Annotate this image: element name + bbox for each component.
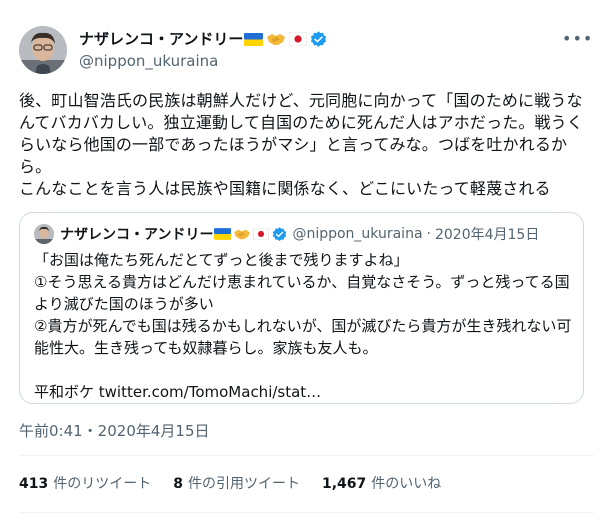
handshake-icon bbox=[234, 229, 251, 240]
quoted-header: ナザレンコ・アンドリー @nippon_ukuraina · 2020年4月15… bbox=[60, 223, 539, 245]
ukraine-flag-icon bbox=[214, 228, 232, 240]
quoted-separator: · bbox=[426, 226, 431, 242]
retweet-label: 件のリツイート bbox=[53, 476, 152, 492]
handshake-icon bbox=[267, 34, 286, 45]
divider bbox=[19, 455, 594, 456]
avatar-image bbox=[19, 26, 67, 74]
quoted-date: 2020年4月15日 bbox=[434, 227, 540, 243]
like-stat[interactable]: 1,467 件のいいね bbox=[322, 474, 441, 494]
like-count: 1,467 bbox=[321, 476, 367, 492]
quote-tweet-stat[interactable]: 8 件の引用ツイート bbox=[173, 474, 300, 494]
quoted-avatar bbox=[34, 224, 54, 244]
quoted-tweet[interactable]: ナザレンコ・アンドリー @nippon_ukuraina · 2020年4月15… bbox=[19, 212, 584, 404]
like-label: 件のいいね bbox=[371, 476, 442, 492]
verified-badge-icon bbox=[273, 226, 287, 241]
avatar[interactable] bbox=[19, 26, 67, 74]
ukraine-flag-icon bbox=[244, 32, 264, 46]
engagement-stats: 413 件のリツイート 8 件の引用ツイート 1,467 件のいいね bbox=[19, 474, 463, 494]
author-name-row[interactable]: ナザレンコ・アンドリー bbox=[79, 28, 328, 50]
quote-tweet-count: 8 bbox=[173, 476, 183, 492]
quoted-text: 「お国は俺たち死んだとてずっと後まで残りますよね」 ①そう思える貴方はどんだけ恵… bbox=[34, 251, 572, 401]
tweet-text: 後、町山智浩氏の民族は朝鮮人だけど、元同胞に向かって「国のために戦うなんてバカバ… bbox=[19, 91, 583, 198]
retweet-stat[interactable]: 413 件のリツイート bbox=[19, 474, 151, 494]
retweet-count: 413 bbox=[19, 476, 49, 492]
quote-tweet-label: 件の引用ツイート bbox=[187, 476, 300, 492]
more-options-icon[interactable]: ••• bbox=[562, 29, 593, 49]
verified-badge-icon bbox=[311, 30, 327, 47]
divider bbox=[19, 512, 594, 513]
quoted-author-name: ナザレンコ・アンドリー bbox=[60, 227, 214, 243]
author-name[interactable]: ナザレンコ・アンドリー bbox=[79, 29, 243, 49]
quoted-author-handle: @nippon_ukuraina bbox=[292, 226, 423, 242]
author-handle[interactable]: @nippon_ukuraina bbox=[79, 51, 218, 71]
tweet-card: ナザレンコ・アンドリー @nippon_ukuraina ••• 後、町山智浩氏… bbox=[0, 0, 611, 520]
quoted-avatar-image bbox=[34, 224, 54, 244]
japan-flag-icon bbox=[289, 32, 308, 46]
tweet-timestamp[interactable]: 午前0:41・2020年4月15日 bbox=[19, 421, 210, 441]
japan-flag-icon bbox=[253, 228, 270, 240]
